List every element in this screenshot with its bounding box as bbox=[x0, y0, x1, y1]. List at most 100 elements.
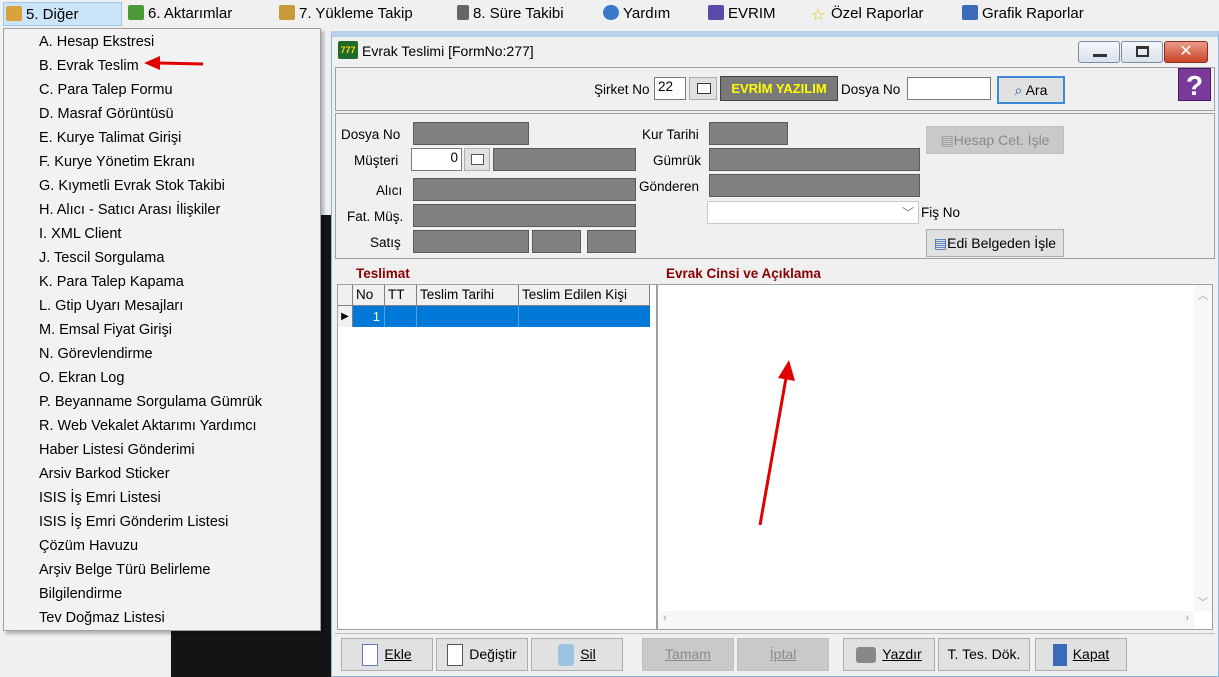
menu-item-beyanname-sorgulama[interactable]: P. Beyanname Sorgulama Gümrük bbox=[39, 391, 262, 413]
cell-no: 1 bbox=[353, 306, 385, 327]
help-button[interactable]: ? bbox=[1178, 68, 1211, 101]
menu-item-kurye-talimat-girisi[interactable]: E. Kurye Talimat Girişi bbox=[39, 127, 181, 149]
satis-field-2[interactable] bbox=[532, 230, 581, 253]
dosya-no-label: Dosya No bbox=[341, 127, 401, 142]
teslimat-title: Teslimat bbox=[356, 266, 410, 281]
menu-item-masraf-goruntusu[interactable]: D. Masraf Görüntüsü bbox=[39, 103, 174, 125]
menu-yukleme-takip[interactable]: 7. Yükleme Takip bbox=[277, 2, 413, 26]
clipboard-icon bbox=[457, 5, 469, 20]
menu-yardim[interactable]: Yardım bbox=[601, 2, 670, 26]
dosya-no-field[interactable] bbox=[413, 122, 529, 145]
iptal-button[interactable]: İptal bbox=[737, 638, 829, 671]
gumruk-field[interactable] bbox=[709, 148, 920, 171]
menu-aktarimlar[interactable]: 6. Aktarımlar bbox=[126, 2, 232, 26]
cell-tt bbox=[385, 306, 417, 327]
menu-item-isis-is-emri-listesi[interactable]: ISIS İş Emri Listesi bbox=[39, 487, 161, 509]
menu-item-gtip-uyari[interactable]: L. Gtip Uyarı Mesajları bbox=[39, 295, 183, 317]
sirket-no-input[interactable]: 22 bbox=[654, 77, 686, 100]
alici-label: Alıcı bbox=[376, 183, 403, 198]
fis-no-select[interactable]: ﹀ bbox=[707, 201, 919, 224]
menu-item-hesap-ekstresi[interactable]: A. Hesap Ekstresi bbox=[39, 31, 154, 53]
star-icon: ☆ bbox=[811, 7, 826, 24]
printer-icon bbox=[856, 647, 877, 664]
menu-diger[interactable]: 5. Diğer bbox=[3, 2, 122, 26]
menubar: 5. Diğer 6. Aktarımlar 7. Yükleme Takip … bbox=[0, 0, 1219, 28]
alici-field[interactable] bbox=[413, 178, 636, 201]
dosya-no-search-input[interactable] bbox=[907, 77, 991, 100]
teslimat-grid[interactable]: No TT Teslim Tarihi Teslim Edilen Kişi ▶… bbox=[337, 284, 657, 630]
kapat-button[interactable]: Kapat bbox=[1035, 638, 1127, 671]
menu-item-bilgilendirme[interactable]: Bilgilendirme bbox=[39, 583, 122, 605]
diger-dropdown-menu: A. Hesap Ekstresi B. Evrak Teslim C. Par… bbox=[3, 28, 321, 631]
truck-icon bbox=[279, 5, 295, 20]
menu-item-tev-dogmaz[interactable]: Tev Doğmaz Listesi bbox=[39, 607, 165, 629]
ara-button[interactable]: ⌕ Ara bbox=[997, 76, 1065, 104]
menu-item-gorevlendirme[interactable]: N. Görevlendirme bbox=[39, 343, 153, 365]
menu-item-para-talep-formu[interactable]: C. Para Talep Formu bbox=[39, 79, 173, 101]
sil-button[interactable]: Sil bbox=[531, 638, 623, 671]
horizontal-scrollbar[interactable]: ‹ › bbox=[658, 611, 1194, 629]
satis-field-1[interactable] bbox=[413, 230, 529, 253]
menu-item-haber-listesi[interactable]: Haber Listesi Gönderimi bbox=[39, 439, 195, 461]
recycle-bin-icon bbox=[558, 644, 575, 667]
musteri-name-field[interactable] bbox=[493, 148, 636, 171]
chart-icon bbox=[962, 5, 978, 20]
sirket-no-label: Şirket No bbox=[594, 82, 650, 97]
sirket-lookup-button[interactable] bbox=[689, 77, 717, 100]
company-name-badge: EVRİM YAZILIM bbox=[720, 76, 838, 101]
close-window-button[interactable]: ✕ bbox=[1164, 41, 1208, 63]
menu-item-tescil-sorgulama[interactable]: J. Tescil Sorgulama bbox=[39, 247, 164, 269]
menu-item-web-vekalet[interactable]: R. Web Vekalet Aktarımı Yardımcı bbox=[39, 415, 257, 437]
tes-dok-button[interactable]: T. Tes. Dök. bbox=[938, 638, 1030, 671]
menu-item-xml-client[interactable]: I. XML Client bbox=[39, 223, 121, 245]
musteri-lookup-button[interactable] bbox=[464, 148, 490, 171]
tamam-button[interactable]: Tamam bbox=[642, 638, 734, 671]
musteri-code-input[interactable]: 0 bbox=[411, 148, 462, 171]
col-no[interactable]: No bbox=[353, 285, 385, 306]
col-teslim-edilen-kisi[interactable]: Teslim Edilen Kişi bbox=[519, 285, 650, 306]
menu-item-cozum-havuzu[interactable]: Çözüm Havuzu bbox=[39, 535, 138, 557]
fat-mus-field[interactable] bbox=[413, 204, 636, 227]
ekle-button[interactable]: Ekle bbox=[341, 638, 433, 671]
maximize-button[interactable] bbox=[1121, 41, 1163, 63]
documents-icon: ▤ bbox=[933, 235, 948, 251]
menu-item-para-talep-kapama[interactable]: K. Para Talep Kapama bbox=[39, 271, 184, 293]
col-tt[interactable]: TT bbox=[385, 285, 417, 306]
row-indicator-icon: ▶ bbox=[338, 306, 353, 327]
menu-grafik-raporlar[interactable]: Grafik Raporlar bbox=[960, 2, 1084, 26]
menu-evrim[interactable]: EVRIM bbox=[706, 2, 776, 26]
gonderen-label: Gönderen bbox=[639, 179, 700, 194]
degistir-button[interactable]: Değiştir bbox=[436, 638, 528, 671]
maximize-icon bbox=[1136, 46, 1149, 57]
edi-belgeden-isle-button[interactable]: ▤Edi Belgeden İşle bbox=[926, 229, 1064, 257]
menu-item-arsiv-barkod[interactable]: Arsiv Barkod Sticker bbox=[39, 463, 170, 485]
gonderen-field[interactable] bbox=[709, 174, 920, 197]
kur-tarihi-label: Kur Tarihi bbox=[642, 127, 699, 142]
menu-ozel-raporlar[interactable]: ☆ Özel Raporlar bbox=[809, 2, 924, 26]
menu-sure-takibi[interactable]: 8. Süre Takibi bbox=[455, 2, 564, 26]
close-icon: ✕ bbox=[1179, 43, 1193, 60]
yazdir-button[interactable]: Yazdır bbox=[843, 638, 935, 671]
info-panel: Dosya No Müşteri 0 Alıcı Fat. Müş. Satış… bbox=[335, 113, 1215, 259]
col-teslim-tarihi[interactable]: Teslim Tarihi bbox=[417, 285, 519, 306]
menu-item-evrak-teslim[interactable]: B. Evrak Teslim bbox=[39, 55, 139, 77]
hesap-cet-isle-button[interactable]: ▤Hesap Cet. İşle bbox=[926, 126, 1064, 154]
new-document-icon bbox=[362, 644, 379, 667]
menu-item-ekran-log[interactable]: O. Ekran Log bbox=[39, 367, 124, 389]
menu-item-isis-gonderim[interactable]: ISIS İş Emri Gönderim Listesi bbox=[39, 511, 228, 533]
table-row[interactable]: ▶ 1 bbox=[338, 306, 650, 327]
evrak-aciklama-textarea[interactable]: ︿ ﹀ ‹ › bbox=[657, 284, 1213, 630]
scroll-right-icon: › bbox=[1185, 612, 1189, 624]
help-icon bbox=[603, 5, 619, 20]
menu-item-emsal-fiyat[interactable]: M. Emsal Fiyat Girişi bbox=[39, 319, 172, 341]
window-title: Evrak Teslimi [FormNo:277] bbox=[362, 43, 534, 59]
menu-item-alici-satici-iliskiler[interactable]: H. Alıcı - Satıcı Arası İlişkiler bbox=[39, 199, 220, 221]
transfer-icon bbox=[128, 5, 144, 20]
satis-field-3[interactable] bbox=[587, 230, 636, 253]
menu-item-kiymetli-evrak-stok[interactable]: G. Kıymetli Evrak Stok Takibi bbox=[39, 175, 225, 197]
kur-tarihi-field[interactable] bbox=[709, 122, 788, 145]
vertical-scrollbar[interactable]: ︿ ﹀ bbox=[1194, 285, 1212, 611]
minimize-button[interactable] bbox=[1078, 41, 1120, 63]
menu-item-arsiv-belge-turu[interactable]: Arşiv Belge Türü Belirleme bbox=[39, 559, 210, 581]
menu-item-kurye-yonetim-ekrani[interactable]: F. Kurye Yönetim Ekranı bbox=[39, 151, 195, 173]
